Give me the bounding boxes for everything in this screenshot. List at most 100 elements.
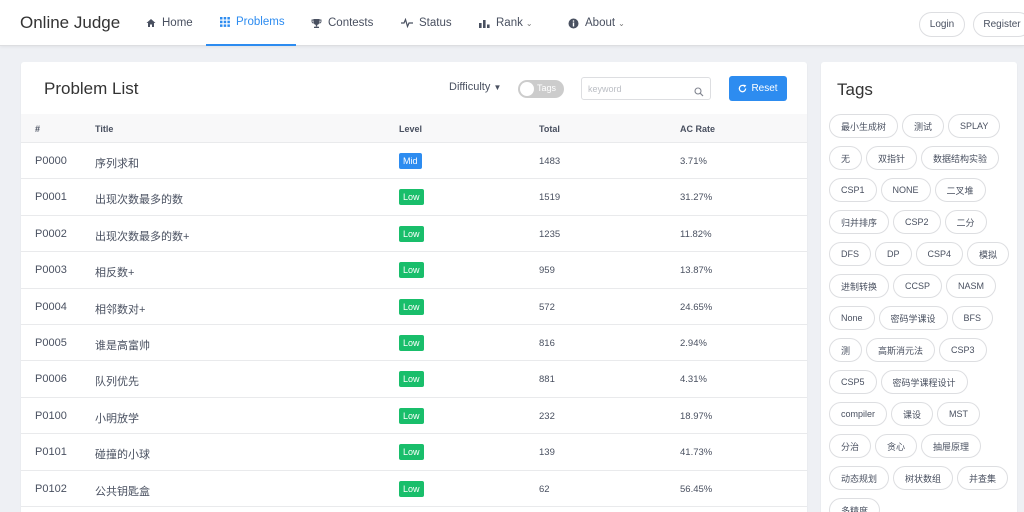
nav-problems-label: Problems — [236, 16, 285, 28]
tag-chip[interactable]: CSP5 — [829, 370, 877, 394]
tag-chip[interactable]: 归并排序 — [829, 210, 890, 234]
tag-chip[interactable]: 测试 — [902, 114, 945, 138]
problem-id[interactable]: P0004 — [35, 301, 67, 313]
problem-title[interactable]: 相邻数对+ — [95, 301, 145, 317]
tag-chip[interactable]: NONE — [880, 178, 931, 202]
nav-about-label: About — [585, 17, 616, 29]
tag-chip[interactable]: 二分 — [944, 210, 987, 234]
tag-chip[interactable]: 树状数组 — [893, 466, 954, 490]
col-ac-rate[interactable]: AC Rate — [680, 124, 715, 134]
tag-chip[interactable]: CSP2 — [893, 210, 941, 234]
search-box — [581, 77, 711, 100]
tag-chip[interactable]: NASM — [946, 274, 997, 298]
reset-label: Reset — [751, 83, 778, 94]
problem-title[interactable]: 出现次数最多的数+ — [95, 228, 189, 244]
reset-button[interactable]: Reset — [729, 76, 787, 101]
page-title: Problem List — [44, 79, 139, 98]
tag-chip[interactable]: 抽屉原理 — [921, 434, 982, 458]
nav-home[interactable]: Home — [146, 0, 193, 46]
table-row[interactable]: P0003 相反数+ Low 959 13.87% — [21, 252, 807, 289]
table-row[interactable]: P0001 出现次数最多的数 Low 1519 31.27% — [21, 179, 807, 216]
tag-chip[interactable]: 多精度 — [829, 498, 881, 512]
problem-id[interactable]: P0002 — [35, 228, 67, 240]
tags-card: Tags 最小生成树 测试 SPLAY 无双指针 数据结构实验 CSP1 NONE 二叉堆 归并… — [821, 62, 1017, 512]
nav-problems[interactable]: Problems — [206, 0, 296, 46]
problem-title[interactable]: 公共钥匙盒 — [95, 483, 150, 499]
table-row[interactable]: P0100 小明放学 Low 232 18.97% — [21, 398, 807, 435]
nav-about[interactable]: About ⌄ — [568, 0, 625, 46]
difficulty-dropdown[interactable]: Difficulty ▼ — [449, 81, 501, 93]
problem-id[interactable]: P0100 — [35, 410, 67, 422]
nav-contests[interactable]: Contests — [311, 0, 373, 46]
problem-title[interactable]: 队列优先 — [95, 373, 139, 389]
tag-chip[interactable]: SPLAY — [948, 114, 1001, 138]
tag-chip[interactable]: 并查集 — [957, 466, 1009, 490]
tag-chip[interactable]: 分治 — [829, 434, 872, 458]
level-badge: Mid — [399, 153, 422, 169]
tags-toggle[interactable]: Tags — [518, 80, 564, 98]
tag-chip[interactable]: CSP1 — [829, 178, 877, 202]
search-icon[interactable] — [694, 84, 704, 102]
table-row[interactable]: P0005 谁是高富帅 Low 816 2.94% — [21, 325, 807, 362]
nav-status[interactable]: Status — [401, 0, 452, 46]
tag-chip[interactable]: 高斯消元法 — [866, 338, 936, 362]
problem-ac-rate: 24.65% — [680, 301, 713, 313]
problem-id[interactable]: P0005 — [35, 337, 67, 349]
tag-chip[interactable]: 进制转换 — [829, 274, 890, 298]
problem-title[interactable]: 出现次数最多的数 — [95, 191, 183, 207]
table-row[interactable]: P0002 出现次数最多的数+ Low 1235 11.82% — [21, 216, 807, 253]
table-row[interactable]: P0101 碰撞的小球 Low 139 41.73% — [21, 434, 807, 471]
problem-id[interactable]: P0003 — [35, 264, 67, 276]
problem-id[interactable]: P0006 — [35, 373, 67, 385]
table-row[interactable]: P0004 相邻数对+ Low 572 24.65% — [21, 289, 807, 325]
table-row[interactable]: P0102 公共钥匙盒 Low 62 56.45% — [21, 471, 807, 507]
tag-chip[interactable]: compiler — [829, 402, 888, 426]
tag-chip[interactable]: CSP4 — [915, 242, 964, 266]
tag-chip[interactable]: CCSP — [893, 274, 943, 298]
problem-id[interactable]: P0101 — [35, 446, 67, 458]
toggle-knob — [520, 82, 534, 96]
table-row[interactable]: P0000 序列求和 Mid 1483 3.71% — [21, 143, 807, 180]
tag-chip[interactable]: 二叉堆 — [934, 178, 986, 202]
level-badge: Low — [399, 189, 424, 206]
col-title[interactable]: Title — [95, 124, 113, 134]
tag-chip[interactable]: 无 — [829, 146, 863, 170]
tag-chip[interactable]: 贪心 — [875, 434, 918, 458]
col-level[interactable]: Level — [399, 124, 422, 134]
tag-chip[interactable]: DFS — [829, 242, 871, 266]
tag-chip[interactable]: None — [829, 306, 875, 330]
tag-chip[interactable]: 模拟 — [967, 242, 1010, 266]
tag-chip[interactable]: 数据结构实验 — [921, 146, 1000, 170]
problem-ac-rate: 18.97% — [680, 410, 713, 422]
problem-title[interactable]: 碰撞的小球 — [95, 446, 150, 462]
problem-title[interactable]: 序列求和 — [95, 155, 139, 171]
problem-id[interactable]: P0001 — [35, 191, 67, 203]
login-button[interactable]: Login — [919, 12, 965, 37]
problem-id[interactable]: P0000 — [35, 155, 67, 167]
col-total[interactable]: Total — [539, 124, 560, 134]
problem-total: 1519 — [539, 192, 561, 204]
tag-chip[interactable]: BFS — [951, 306, 994, 330]
tag-chip[interactable]: 测 — [829, 338, 863, 362]
tag-chip[interactable]: CSP3 — [939, 338, 987, 362]
problem-title[interactable]: 小明放学 — [95, 410, 139, 426]
search-input[interactable] — [582, 78, 682, 99]
tag-chip[interactable]: 密码学课设 — [878, 306, 948, 330]
nav-status-label: Status — [419, 17, 452, 29]
nav-rank[interactable]: Rank ⌄ — [479, 0, 533, 46]
tag-chip[interactable]: 密码学课程设计 — [880, 370, 968, 394]
problem-title[interactable]: 谁是高富帅 — [95, 337, 150, 353]
tag-chip[interactable]: 双指针 — [866, 146, 918, 170]
app-logo[interactable]: Online Judge — [20, 13, 120, 33]
problem-title[interactable]: 相反数+ — [95, 264, 134, 280]
tag-chip[interactable]: DP — [875, 242, 912, 266]
table-row[interactable]: P0006 队列优先 Low 881 4.31% — [21, 361, 807, 398]
tag-chip[interactable]: 动态规划 — [829, 466, 890, 490]
register-button[interactable]: Register — [973, 12, 1024, 37]
tag-chip[interactable]: 最小生成树 — [829, 114, 899, 138]
problem-ac-rate: 31.27% — [680, 192, 713, 204]
tag-chip[interactable]: 课设 — [891, 402, 934, 426]
problem-id[interactable]: P0102 — [35, 483, 67, 495]
tag-chip[interactable]: MST — [937, 402, 981, 426]
chevron-down-icon: ⌄ — [525, 18, 533, 28]
